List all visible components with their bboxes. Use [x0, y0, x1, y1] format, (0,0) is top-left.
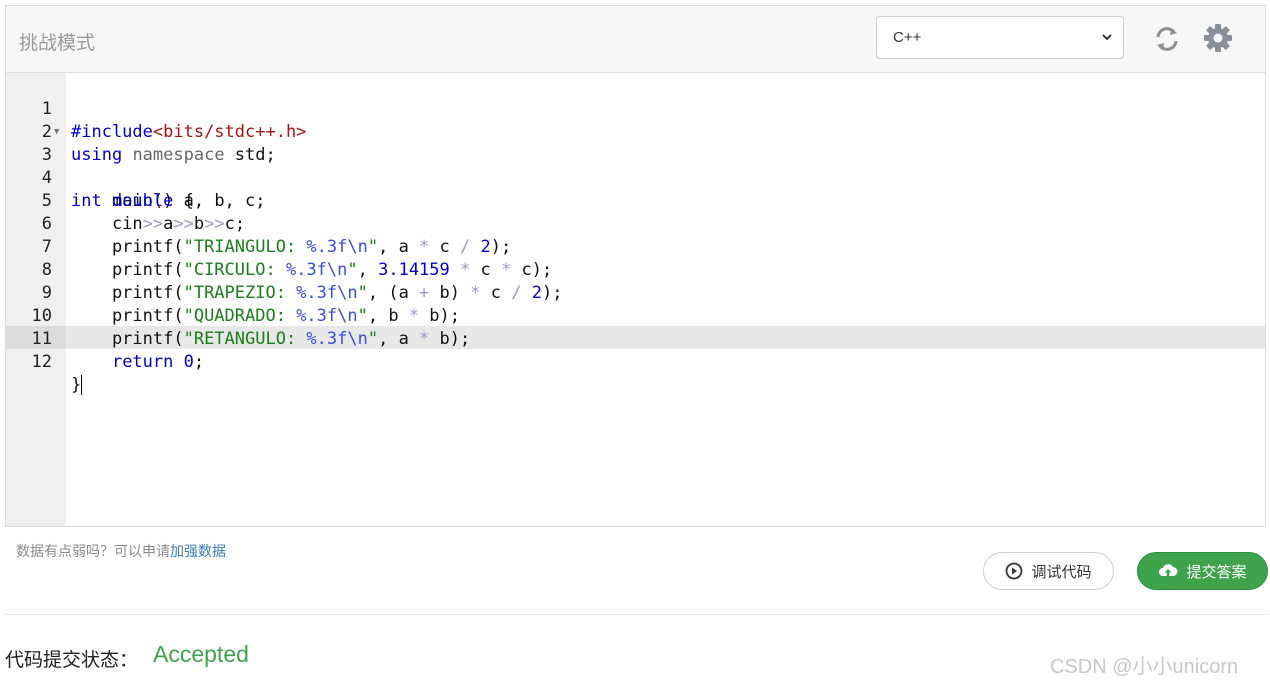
fold-arrow-icon[interactable]: ▼ — [54, 121, 59, 144]
chevron-down-icon — [1102, 34, 1112, 41]
code-text: return 0; — [111, 352, 205, 372]
debug-code-button[interactable]: 调试代码 — [983, 552, 1114, 590]
mode-title: 挑战模式 — [19, 32, 96, 54]
language-select-value: C++ — [893, 29, 922, 46]
line-number: 12 — [31, 352, 52, 372]
code-line: 4 double a, b, c; — [6, 144, 1265, 211]
submit-answer-button[interactable]: 提交答案 — [1137, 552, 1268, 590]
refresh-icon[interactable] — [1152, 24, 1182, 54]
debug-code-label: 调试代码 — [1031, 562, 1092, 581]
code-line: 1 #include<bits/stdc++.h> — [6, 75, 1265, 142]
code-line: 6 printf("TRIANGULO: %.3f\n", a * c / 2)… — [6, 190, 1265, 257]
code-line: 5 cin>>a>>b>>c; — [6, 167, 1265, 234]
editor-toolbar: 挑战模式 C++ — [6, 6, 1265, 73]
language-select[interactable]: C++ — [876, 16, 1124, 59]
code-line: 7 printf("CIRCULO: %.3f\n", 3.14159 * c … — [6, 213, 1265, 280]
text-cursor — [81, 375, 83, 395]
code-line: 10 printf("RETANGULO: %.3f\n", a * b); — [6, 282, 1265, 349]
code-line-active: 12 } — [6, 328, 1265, 395]
code-line: 8 printf("TRAPEZIO: %.3f\n", (a + b) * c… — [6, 236, 1265, 303]
section-divider — [5, 614, 1268, 615]
code-text: } — [71, 375, 83, 395]
code-line: 2 using namespace std; — [6, 98, 1265, 165]
gear-icon[interactable] — [1202, 22, 1234, 54]
data-hint: 数据有点弱吗？可以申请加强数据 — [16, 541, 226, 561]
submit-answer-label: 提交答案 — [1186, 562, 1247, 581]
code-area[interactable]: 1 #include<bits/stdc++.h> 2 using namesp… — [6, 73, 1265, 526]
strengthen-data-link[interactable]: 加强数据 — [170, 544, 226, 560]
watermark: CSDN @小小unicorn — [1050, 656, 1239, 678]
hint-text: 数据有点弱吗？可以申请 — [16, 544, 170, 560]
submission-status-label: 代码提交状态： — [5, 649, 139, 671]
code-line: 9 printf("QUADRADO: %.3f\n", b * b); — [6, 259, 1265, 326]
submission-status-value: Accepted — [153, 641, 249, 667]
code-line: 3 ▼ int main() { — [6, 121, 1265, 211]
code-editor-panel: 挑战模式 C++ 1 #include<bits/stdc++.h> 2 usi… — [5, 5, 1266, 527]
play-circle-icon — [1006, 562, 1023, 580]
cloud-upload-icon — [1159, 564, 1178, 576]
code-line: 11 return 0; — [6, 305, 1265, 372]
